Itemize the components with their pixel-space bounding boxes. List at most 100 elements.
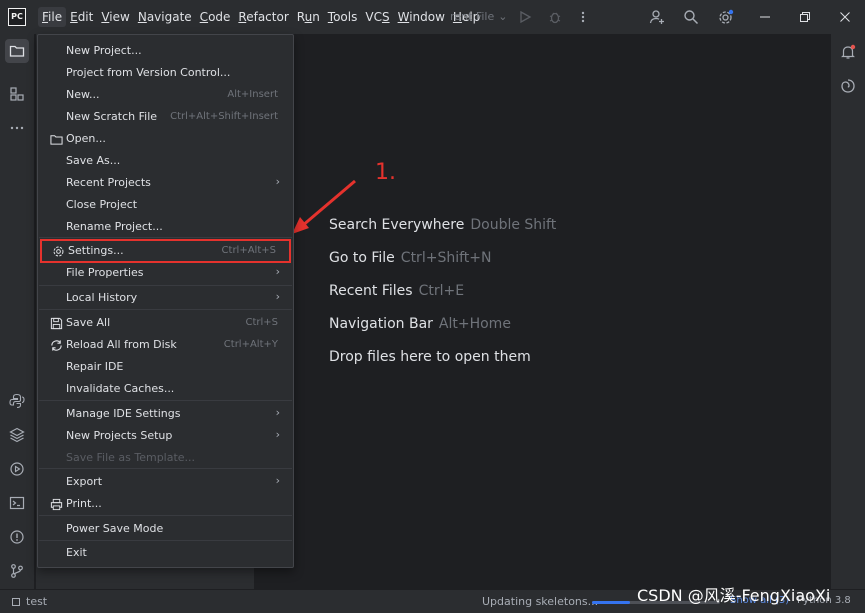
menu-item-label: Save As... <box>66 154 121 167</box>
menu-item-label: New Scratch File <box>66 110 158 123</box>
title-bar: PC File Edit View Navigate Code Refactor Run To… <box>0 0 865 34</box>
menu-item-shortcut: Ctrl+S <box>245 317 278 328</box>
menu-label-part: avigate <box>146 10 192 24</box>
menu-1[interactable]: Edit <box>66 7 97 27</box>
menu-item-save-all[interactable]: Save All Ctrl+S <box>39 312 292 334</box>
menu-8[interactable]: VCS <box>361 7 393 27</box>
search-icon[interactable] <box>682 8 700 26</box>
menu-item-power-save-mode[interactable]: Power Save Mode <box>39 518 292 540</box>
menu-item-export[interactable]: Export › <box>39 471 292 493</box>
chevron-right-icon: › <box>275 428 280 441</box>
menu-mnemonic: C <box>199 10 209 24</box>
gear-icon[interactable] <box>716 8 734 26</box>
menu-item-local-history[interactable]: Local History › <box>39 287 292 309</box>
menu-separator <box>39 285 292 286</box>
menu-item-shortcut: Ctrl+Alt+S <box>221 245 276 256</box>
add-user-icon[interactable] <box>648 8 666 26</box>
menu-item-invalidate-caches[interactable]: Invalidate Caches... <box>39 378 292 400</box>
menu-item-label: Power Save Mode <box>66 522 164 535</box>
menu-item-label: Recent Projects <box>66 176 151 189</box>
notifications-bell-icon[interactable] <box>838 42 858 62</box>
editor-hint: Go to File Ctrl+Shift+N <box>329 249 556 282</box>
menu-item-manage-ide-settings[interactable]: Manage IDE Settings › <box>39 403 292 425</box>
menu-item-label: Manage IDE Settings <box>66 407 181 420</box>
menu-item-file-properties[interactable]: File Properties › <box>39 262 292 284</box>
menu-item-reload-all-from-disk[interactable]: Reload All from Disk Ctrl+Alt+Y <box>39 334 292 356</box>
project-square-icon <box>12 597 20 606</box>
menu-item-label: New Projects Setup <box>66 429 173 442</box>
app-logo: PC <box>8 8 26 26</box>
menu-item-new-scratch-file[interactable]: New Scratch File Ctrl+Alt+Shift+Insert <box>39 106 292 128</box>
menu-6[interactable]: Run <box>293 7 324 27</box>
menu-7[interactable]: Tools <box>324 7 362 27</box>
menu-3[interactable]: Navigate <box>134 7 196 27</box>
editor-hint: Navigation Bar Alt+Home <box>329 315 556 348</box>
menu-item-label: Local History <box>66 291 138 304</box>
annotation-step-label: 1. <box>375 160 396 185</box>
project-folder-icon[interactable] <box>5 39 29 63</box>
menu-mnemonic: S <box>381 10 390 24</box>
background-task-label: Updating skeletons... <box>482 595 599 608</box>
packages-layers-icon[interactable] <box>7 425 27 445</box>
menu-label-part: ode <box>208 10 231 24</box>
menu-0[interactable]: File <box>38 7 67 27</box>
menu-item-repair-ide[interactable]: Repair IDE <box>39 356 292 378</box>
more-horizontal-icon[interactable] <box>7 118 27 138</box>
structure-icon[interactable] <box>7 84 27 104</box>
python-console-icon[interactable] <box>7 391 27 411</box>
menu-separator <box>39 540 292 541</box>
menu-item-print[interactable]: Print... <box>39 493 292 515</box>
empty-editor-hints: Search Everywhere Double Shift Go to File C… <box>329 216 556 381</box>
hint-shortcut: Alt+Home <box>438 316 511 332</box>
menu-item-recent-projects[interactable]: Recent Projects › <box>39 172 292 194</box>
more-vertical-icon[interactable] <box>574 8 592 26</box>
minimize-icon[interactable] <box>756 8 774 26</box>
ai-assistant-icon[interactable] <box>838 76 858 96</box>
menu-item-exit[interactable]: Exit <box>39 542 292 564</box>
terminal-icon[interactable] <box>7 493 27 513</box>
menu-item-save-as[interactable]: Save As... <box>39 150 292 172</box>
chevron-right-icon: › <box>275 474 280 487</box>
menu-4[interactable]: Code <box>196 7 235 27</box>
run-configuration-selector[interactable]: rent File ⌄ <box>450 10 507 23</box>
menu-item-new-projects-setup[interactable]: New Projects Setup › <box>39 425 292 447</box>
hint-shortcut: Ctrl+E <box>418 283 465 299</box>
chevron-right-icon: › <box>275 406 280 419</box>
menu-label-part: n <box>312 10 320 24</box>
play-icon[interactable] <box>516 8 534 26</box>
menu-item-open[interactable]: Open... <box>39 128 292 150</box>
menu-label-part: iew <box>109 10 130 24</box>
close-icon[interactable] <box>836 8 854 26</box>
restore-icon[interactable] <box>796 8 814 26</box>
right-tool-strip <box>830 34 865 589</box>
menu-item-label: Export <box>66 475 103 488</box>
menu-item-rename-project[interactable]: Rename Project... <box>39 216 292 238</box>
menu-2[interactable]: View <box>97 7 133 27</box>
hint-shortcut: Ctrl+Shift+N <box>400 250 492 266</box>
chevron-down-icon: ⌄ <box>498 10 508 23</box>
menu-5[interactable]: Refactor <box>234 7 292 27</box>
menu-item-shortcut: Ctrl+Alt+Shift+Insert <box>170 111 278 122</box>
services-run-icon[interactable] <box>7 459 27 479</box>
chevron-right-icon: › <box>275 290 280 303</box>
menu-item-label: Project from Version Control... <box>66 66 231 79</box>
menu-item-new[interactable]: New... Alt+Insert <box>39 84 292 106</box>
problems-icon[interactable] <box>7 527 27 547</box>
editor-hint: Drop files here to open them <box>329 348 556 381</box>
menu-9[interactable]: Window <box>394 7 449 27</box>
menu-item-new-project[interactable]: New Project... <box>39 40 292 62</box>
menu-item-label: Repair IDE <box>66 360 124 373</box>
menu-item-shortcut: Alt+Insert <box>227 89 278 100</box>
bug-icon[interactable] <box>546 8 564 26</box>
menu-item-settings[interactable]: Settings... Ctrl+Alt+S <box>40 239 291 263</box>
menu-item-close-project[interactable]: Close Project <box>39 194 292 216</box>
menu-item-label: Settings... <box>68 244 124 257</box>
save-icon <box>49 316 63 330</box>
hint-label: Navigation Bar <box>329 316 433 332</box>
status-project[interactable]: test <box>12 595 47 608</box>
print-icon <box>49 497 63 511</box>
menu-label-part: indow <box>409 10 445 24</box>
menu-item-project-from-version-control[interactable]: Project from Version Control... <box>39 62 292 84</box>
menu-label-part: VC <box>365 10 382 24</box>
git-branch-icon[interactable] <box>7 561 27 581</box>
